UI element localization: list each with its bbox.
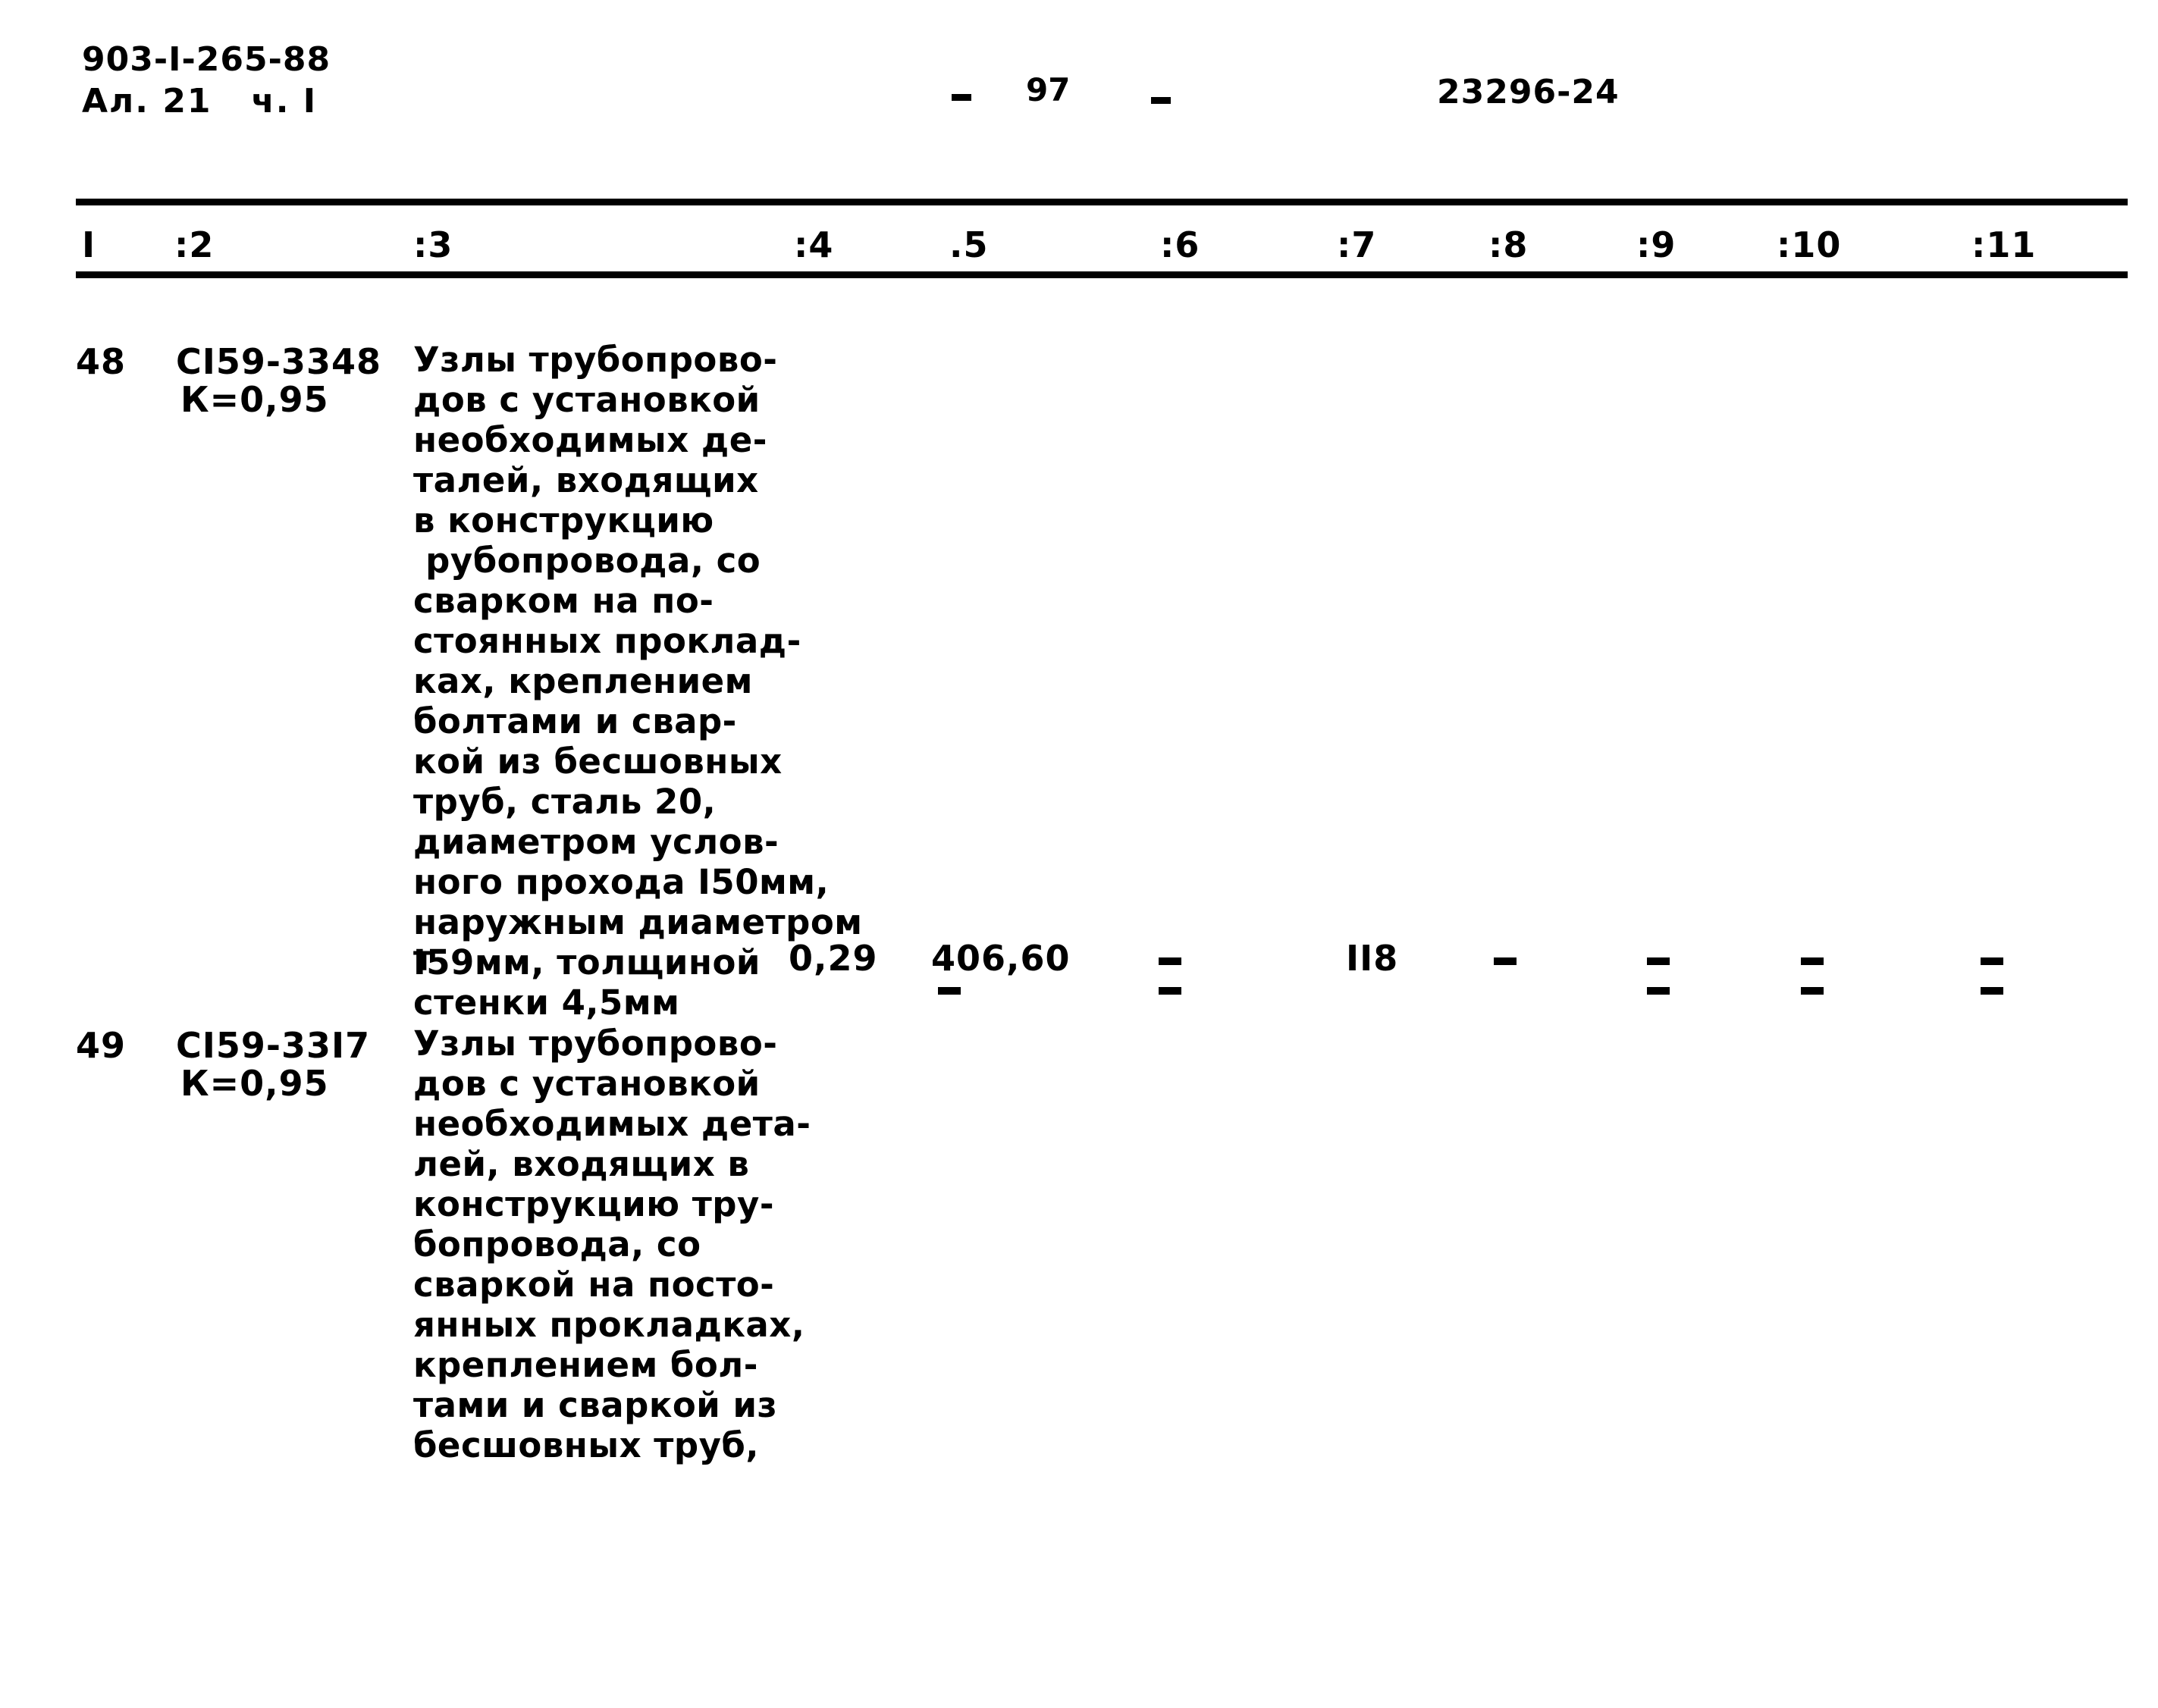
document-code: 903-I-265-88 bbox=[82, 40, 331, 79]
column-header-3: :3 bbox=[413, 224, 453, 265]
table-cell-col6-dash-second bbox=[1159, 987, 1181, 995]
table-cell-col10-dash-second bbox=[1801, 987, 1824, 995]
column-header-10: :10 bbox=[1777, 224, 1842, 265]
table-cell-col5: 406,60 bbox=[931, 938, 1071, 979]
table-cell-col9-dash bbox=[1647, 957, 1670, 965]
table-cell-col9-dash-second bbox=[1647, 987, 1670, 995]
page-number-left-dash bbox=[952, 94, 971, 101]
table-cell-col5-dash-second bbox=[938, 987, 961, 995]
table-cell-col4: 0,29 bbox=[789, 938, 878, 979]
table-cell-col11-dash-second bbox=[1981, 987, 2003, 995]
table-row-coefficient: К=0,95 bbox=[180, 1063, 329, 1104]
table-row-description: Узлы трубопрово- дов с установкой необхо… bbox=[413, 1023, 811, 1465]
table-cell-col11-dash bbox=[1981, 957, 2003, 965]
table-rule-top bbox=[76, 199, 2128, 205]
table-row-code: CI59-3348 bbox=[176, 341, 382, 382]
table-row-coefficient: К=0,95 bbox=[180, 379, 329, 420]
table-rule-bottom bbox=[76, 271, 2128, 278]
sheet-reference: Ал. 21 ч. I bbox=[82, 82, 318, 121]
column-header-4: :4 bbox=[794, 224, 834, 265]
table-row-code: CI59-33I7 bbox=[176, 1025, 371, 1066]
column-header-11: :11 bbox=[1971, 224, 2037, 265]
table-cell-col6-dash bbox=[1159, 957, 1181, 965]
page-number: 97 bbox=[1026, 71, 1071, 108]
table-row-description: Узлы трубопрово- дов с установкой необхо… bbox=[413, 340, 863, 1023]
column-header-6: :6 bbox=[1160, 224, 1200, 265]
table-cell-col8-dash bbox=[1494, 957, 1517, 965]
table-row-number: 48 bbox=[76, 341, 127, 382]
page-number-right-dash bbox=[1151, 97, 1171, 104]
document-page: 903-I-265-88 Ал. 21 ч. I 97 23296-24 I :… bbox=[0, 0, 2158, 1708]
column-header-2: :2 bbox=[174, 224, 215, 265]
table-row-unit: т bbox=[413, 938, 434, 979]
column-header-5: .5 bbox=[949, 224, 989, 265]
column-header-9: :9 bbox=[1636, 224, 1677, 265]
table-cell-col7: II8 bbox=[1346, 938, 1399, 979]
column-header-7: :7 bbox=[1337, 224, 1377, 265]
registration-code: 23296-24 bbox=[1437, 73, 1620, 111]
column-header-1: I bbox=[82, 224, 96, 265]
column-header-8: :8 bbox=[1488, 224, 1529, 265]
table-row-number: 49 bbox=[76, 1025, 127, 1066]
table-cell-col10-dash bbox=[1801, 957, 1824, 965]
